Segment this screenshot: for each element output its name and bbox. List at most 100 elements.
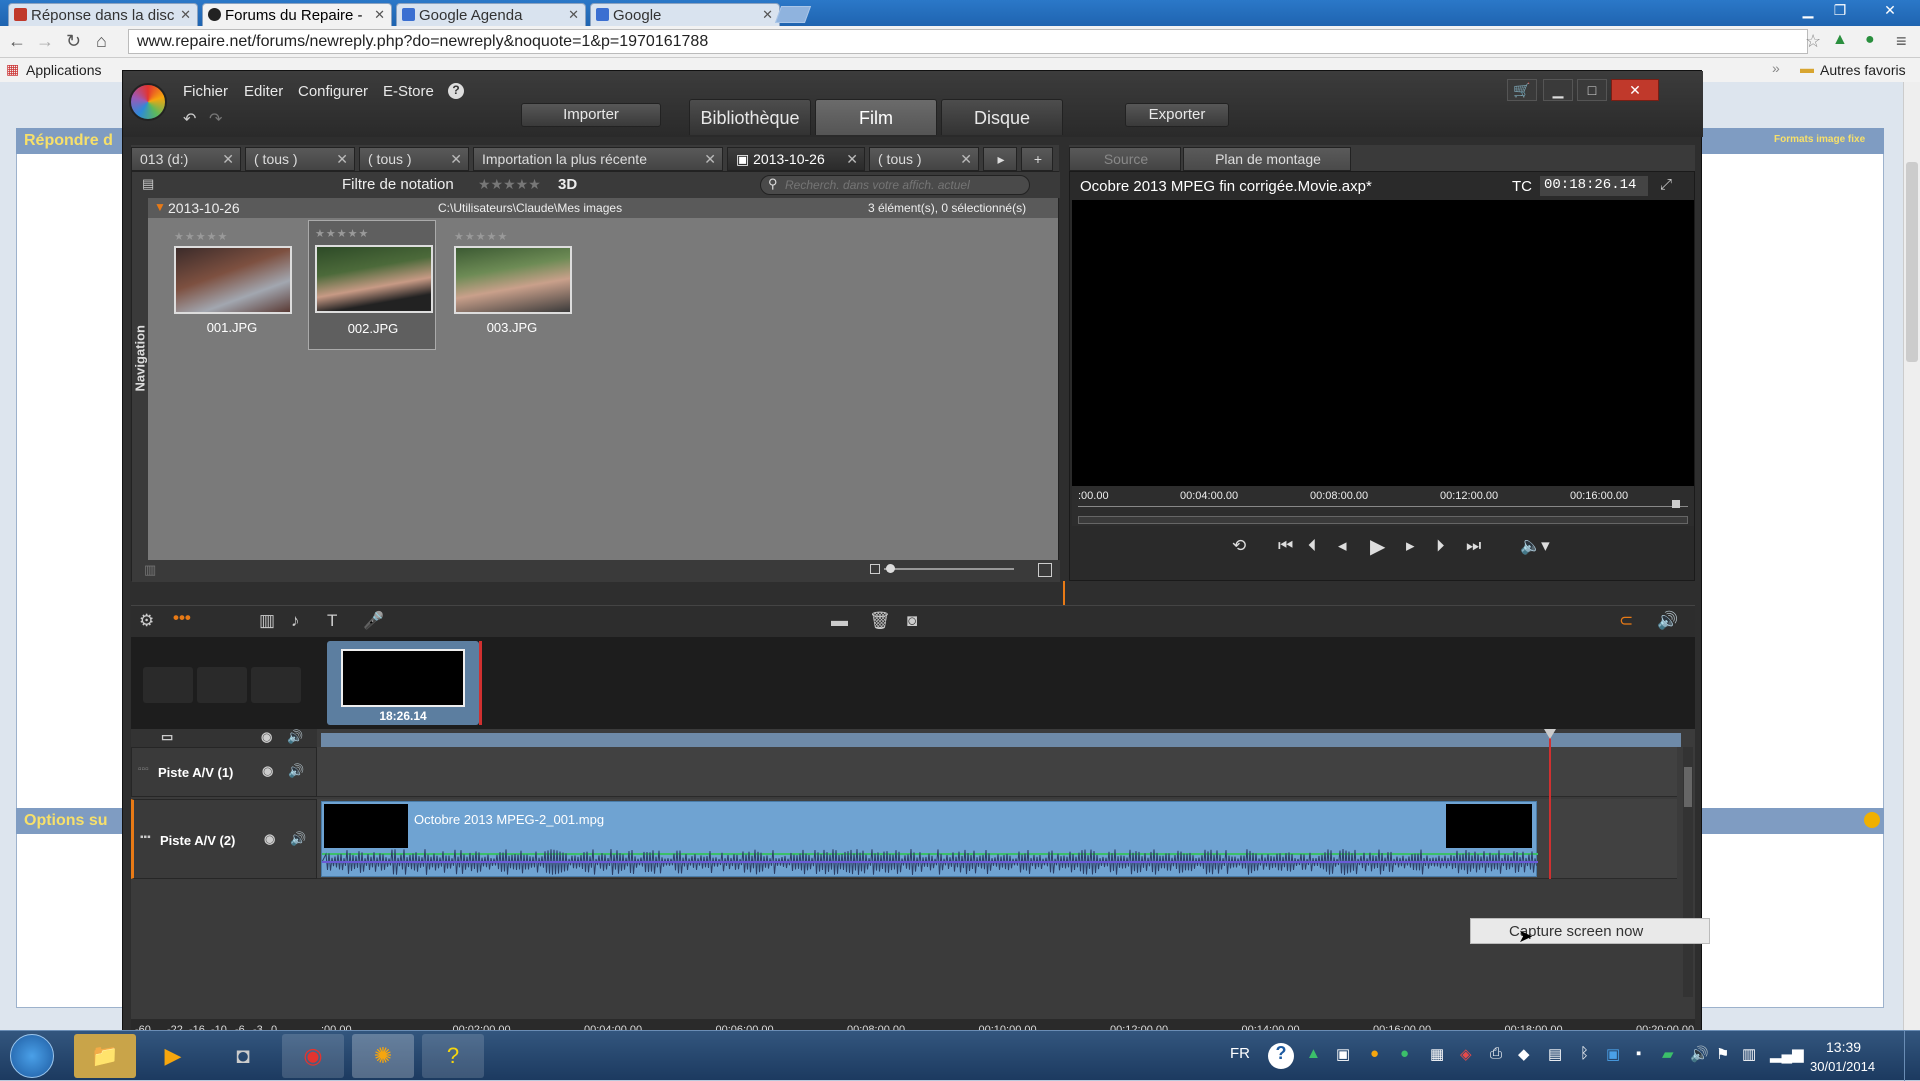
maximize-icon[interactable]: ❐ [1826,0,1854,20]
microphone-icon[interactable]: 🎤 [363,611,384,631]
explorer-icon[interactable]: 📁 [74,1034,136,1078]
play-icon[interactable]: ▶ [1370,534,1385,559]
storyboard-slot[interactable] [197,667,247,703]
tray-icon[interactable]: ▰ [1662,1045,1674,1063]
volume-icon[interactable]: 🔊 [1690,1045,1709,1063]
title-icon[interactable]: T [327,611,337,631]
start-button[interactable] [10,1034,54,1078]
navigation-strip[interactable]: Navigation [132,198,148,560]
home-icon[interactable]: ⌂ [96,31,107,52]
razor-icon[interactable]: ▬ [831,611,848,631]
scroll-tabs-button[interactable]: ▸ [983,147,1017,171]
signal-icon[interactable]: ▂▄▆ [1770,1045,1804,1063]
tab-film[interactable]: Film [815,99,937,135]
close-icon[interactable]: ✕ [846,151,858,168]
magnet-icon[interactable]: ⊂ [1619,611,1633,631]
group-header[interactable]: ▼ 2013-10-26 C:\Utilisateurs\Claude\Mes … [148,198,1058,218]
track-body-2[interactable]: Octobre 2013 MPEG-2_001.mpg [317,799,1677,879]
clock-date[interactable]: 30/01/2014 [1810,1059,1875,1074]
timeline-range-bar[interactable] [321,733,1681,747]
timecode-display[interactable]: 00:18:26.14 [1540,176,1648,196]
collapse-icon[interactable] [1864,812,1880,828]
eye-icon[interactable]: ◉ [261,729,272,745]
maximize-icon[interactable]: □ [1577,79,1607,101]
drive-tray-icon[interactable]: ▲ [1306,1045,1321,1062]
playhead-handle[interactable] [1544,729,1556,739]
tab-bibliotheque[interactable]: Bibliothèque [689,99,811,135]
close-icon[interactable]: ✕ [762,7,773,23]
scroll-thumb[interactable] [1684,767,1692,807]
show-desktop-button[interactable] [1904,1031,1920,1081]
library-tab[interactable]: ( tous ) ✕ [869,147,979,171]
devices-icon[interactable]: ◘ [212,1034,274,1078]
tray-icon[interactable]: ● [1400,1045,1409,1062]
import-button[interactable]: Importer [521,103,661,127]
zoom-slider[interactable] [884,568,1014,570]
library-tab[interactable]: ( tous ) ✕ [245,147,355,171]
preview-ruler[interactable]: :00.00 00:04:00.00 00:08:00.00 00:12:00.… [1072,486,1694,526]
tray-icon[interactable]: ▤ [1548,1045,1562,1063]
capture-tooltip[interactable]: Capture screen now [1470,918,1710,944]
small-size-icon[interactable] [870,564,880,574]
bookmark-other[interactable]: Autres favoris [1820,62,1906,78]
volume-icon[interactable]: 🔈▾ [1520,536,1550,556]
star-icon[interactable]: ☆ [1805,31,1821,52]
media-item[interactable]: ★★★★★ 003.JPG [448,228,576,338]
library-tab[interactable]: ▣ 2013-10-26 ✕ [727,147,865,171]
close-icon[interactable]: ✕ [374,7,385,23]
help-icon[interactable]: ? [448,83,464,99]
chevron-icon[interactable]: » [1772,60,1780,76]
close-icon[interactable]: ✕ [450,151,462,168]
library-tab[interactable]: ( tous ) ✕ [359,147,469,171]
tab-plan-de-montage[interactable]: Plan de montage [1183,147,1351,171]
go-to-start-icon[interactable]: ⏮ [1278,536,1293,556]
help-app-icon[interactable]: ? [422,1034,484,1078]
rating-filter-stars[interactable]: ★★★★★ [478,176,541,193]
minimize-icon[interactable]: ▁ [1794,0,1822,20]
track-icon[interactable]: ▭ [161,729,173,745]
media-item-selected[interactable]: ★★★★★ ✱ 002.JPG [308,220,436,350]
speaker-icon[interactable]: 🔊 [288,763,304,779]
forward-icon[interactable]: → [36,31,54,52]
menu-fichier[interactable]: Fichier [183,83,228,100]
large-size-icon[interactable] [1038,563,1052,577]
chrome-icon[interactable]: ◉ [282,1034,344,1078]
browser-tab-2[interactable]: Forums du Repaire - ✕ [202,3,392,26]
drag-handle-icon[interactable]: ▫▫▫ [138,764,149,775]
library-tab[interactable]: 013 (d:) ✕ [131,147,241,171]
media-player-icon[interactable]: ▶ [142,1034,204,1078]
drive-icon[interactable]: ▲ [1832,31,1848,49]
browser-tab-3[interactable]: Google Agenda ✕ [396,3,586,26]
next-frame-icon[interactable]: ⏵ [1436,536,1445,556]
close-icon[interactable]: ✕ [568,7,579,23]
tray-icon[interactable]: ◆ [1518,1045,1530,1063]
url-input[interactable]: www.repaire.net/forums/newreply.php?do=n… [128,29,1808,54]
redo-icon[interactable]: ↷ [209,109,222,129]
splitter-handle[interactable] [1063,581,1065,605]
3d-toggle[interactable]: 3D [558,176,577,193]
close-icon[interactable]: ✕ [222,151,234,168]
drag-handle-icon[interactable]: ▪▪▪ [140,832,151,843]
tray-icon[interactable]: ▣ [1336,1045,1350,1063]
minimize-icon[interactable]: ▁ [1543,79,1573,101]
bluetooth-icon[interactable]: ᛒ [1580,1045,1589,1062]
back-icon[interactable]: ← [8,31,26,52]
playhead-marker[interactable] [1672,500,1680,508]
speaker-icon[interactable]: 🔊 [290,831,306,847]
close-icon[interactable]: ✕ [1611,79,1659,101]
eye-icon[interactable]: ◉ [262,763,273,779]
eye-icon[interactable]: ◉ [264,831,275,847]
audio-mixer-icon[interactable]: ▥ [259,611,275,631]
close-icon[interactable]: ✕ [960,151,972,168]
tray-icon[interactable]: ● [1370,1045,1379,1062]
storyboard-clip[interactable]: 18:26.14 [327,641,479,725]
storyboard-toggle-icon[interactable]: ••• [173,608,191,628]
snapshot-icon[interactable]: ◙ [907,611,917,631]
video-clip[interactable]: Octobre 2013 MPEG-2_001.mpg [321,801,1538,877]
printer-icon[interactable]: ⎙ [1490,1045,1502,1062]
chevron-down-icon[interactable]: ▼ [154,200,166,214]
studio-taskbar-icon[interactable]: ✺ [352,1034,414,1078]
tray-icon[interactable]: ▪ [1636,1045,1641,1062]
close-window-icon[interactable]: ✕ [1870,0,1910,20]
undo-icon[interactable]: ↶ [183,109,196,129]
